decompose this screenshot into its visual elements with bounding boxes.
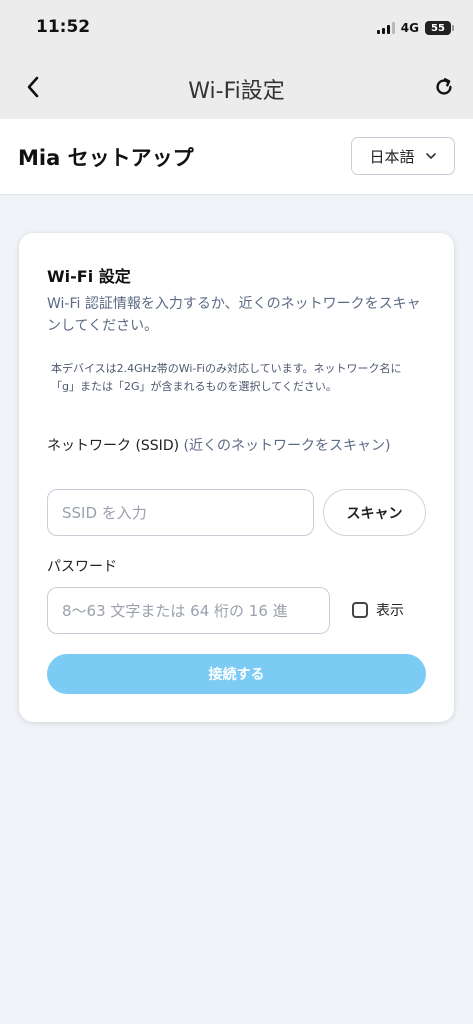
- language-select-value: 日本語: [369, 147, 415, 166]
- show-password-label: 表示: [376, 603, 404, 619]
- band-note: 本デバイスは2.4GHz帯のWi-Fiのみ対応しています。ネットワーク名に「g」…: [51, 362, 402, 393]
- ssid-label-hint: (近くのネットワークをスキャン): [183, 438, 391, 454]
- show-password-toggle[interactable]: 表示: [352, 599, 404, 621]
- language-select[interactable]: 日本語: [351, 137, 455, 175]
- nav-title: Wi-Fi設定: [188, 79, 285, 104]
- chevron-down-icon: [425, 153, 436, 159]
- signal-icon: [376, 22, 395, 34]
- password-label: パスワード: [47, 559, 117, 575]
- network-type: 4G: [400, 21, 419, 35]
- ssid-label-text: ネットワーク (SSID): [47, 438, 180, 454]
- scan-button[interactable]: スキャン: [323, 489, 426, 536]
- password-input[interactable]: [47, 587, 330, 634]
- refresh-icon: [436, 78, 452, 95]
- status-indicators: 4G 55: [376, 19, 454, 37]
- status-time: 11:52: [36, 17, 91, 37]
- wifi-settings-card: Wi-Fi 設定 Wi-Fi 認証情報を入力するか、近くのネットワークをスキャン…: [19, 233, 454, 722]
- ssid-input[interactable]: [47, 489, 314, 536]
- battery-icon: 55: [425, 21, 454, 35]
- page-title: Mia セットアップ: [18, 146, 194, 170]
- connect-button[interactable]: 接続する: [47, 654, 426, 694]
- battery-level: 55: [431, 22, 445, 34]
- ssid-label: ネットワーク (SSID) (近くのネットワークをスキャン): [47, 435, 427, 457]
- card-description: Wi-Fi 認証情報を入力するか、近くのネットワークをスキャンしてください。: [47, 296, 421, 334]
- setup-header: Mia セットアップ 日本語: [0, 119, 473, 195]
- card-title: Wi-Fi 設定: [47, 267, 131, 286]
- status-bar: 11:52 4G 55: [0, 0, 473, 56]
- nav-bar: Wi-Fi設定: [0, 56, 473, 119]
- refresh-button[interactable]: [429, 72, 459, 102]
- show-password-checkbox[interactable]: [352, 602, 368, 618]
